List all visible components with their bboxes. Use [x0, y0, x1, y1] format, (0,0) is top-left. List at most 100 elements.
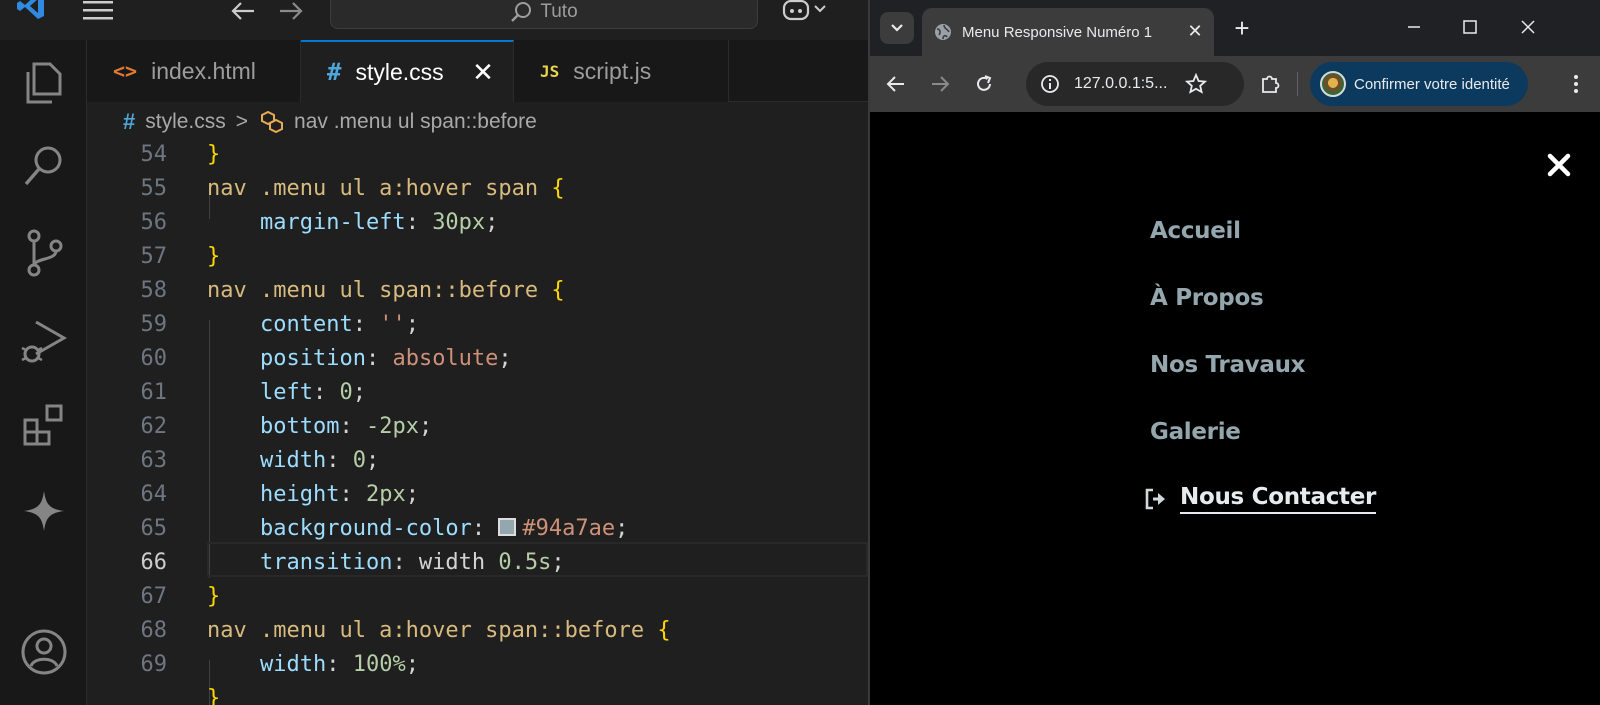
code-line-63: width: 0;	[259, 448, 380, 473]
back-arrow-icon[interactable]	[880, 68, 912, 100]
profile-label: Confirmer votre identité	[1354, 75, 1510, 93]
tab-style-css[interactable]: # style.css ✕	[301, 40, 514, 102]
nav-back-arrow-icon[interactable]	[228, 0, 258, 22]
css-file-icon: #	[123, 109, 136, 134]
nav-forward-arrow-icon[interactable]	[276, 0, 306, 22]
tab-label: script.js	[573, 57, 652, 84]
css-file-icon: #	[327, 58, 342, 86]
maximize-icon[interactable]	[1448, 10, 1492, 44]
tab-label: index.html	[151, 57, 256, 84]
code-line-58: nav .menu ul span::before {	[207, 278, 565, 303]
code-line-69: width: 100%;	[259, 652, 419, 677]
line-number: 58	[140, 278, 168, 303]
code-line-59: content: '';	[259, 312, 419, 337]
command-center-search[interactable]: Tuto	[330, 0, 758, 29]
new-tab-plus-icon[interactable]: +	[1228, 13, 1256, 43]
browser-tab[interactable]: Menu Responsive Numéro 1 ✕	[922, 8, 1214, 56]
code-line-64: height: 2px;	[259, 482, 419, 507]
command-center-text: Tuto	[540, 0, 578, 22]
nav-link-label: Nous Contacter	[1180, 484, 1376, 514]
line-number: 59	[140, 312, 168, 337]
site-info-icon	[1041, 75, 1059, 93]
account-icon[interactable]	[0, 617, 87, 687]
copilot-icon[interactable]	[780, 0, 830, 22]
reload-icon[interactable]	[968, 68, 1000, 100]
globe-icon	[935, 24, 951, 40]
symbol-class-icon	[261, 111, 284, 133]
vscode-logo-icon	[14, 0, 48, 24]
extensions-puzzle-icon[interactable]	[1254, 68, 1286, 100]
tab-close-icon[interactable]: ✕	[469, 57, 497, 87]
chrome-tab-strip: Menu Responsive Numéro 1 ✕ +	[870, 0, 1600, 56]
code-line-65: background-color: #94a7ae;	[259, 516, 629, 541]
run-debug-icon[interactable]	[0, 306, 87, 376]
breadcrumb-separator: >	[235, 110, 249, 133]
line-number: 62	[140, 414, 168, 439]
breadcrumb-file[interactable]: style.css	[145, 110, 226, 134]
profile-button[interactable]: Confirmer votre identité	[1310, 62, 1528, 106]
browser-toolbar: 127.0.0.1:5... Confirmer votre identité	[870, 56, 1600, 112]
window-close-icon[interactable]	[1506, 10, 1550, 44]
bookmark-star-icon[interactable]	[1180, 68, 1212, 100]
code-line-56: margin-left: 30px;	[259, 210, 499, 235]
js-file-icon: JS	[540, 61, 560, 81]
code-line-70: }	[207, 686, 221, 705]
search-activity-icon[interactable]	[0, 132, 87, 202]
toolbar-separator	[1297, 72, 1298, 96]
line-number: 60	[140, 346, 168, 371]
nav-link-nous-contacter[interactable]: Nous Contacter	[1144, 484, 1376, 514]
chrome-window: Menu Responsive Numéro 1 ✕ + 127.0.0.1:5…	[868, 0, 1600, 705]
vscode-title-bar: Tuto	[0, 0, 868, 40]
code-line-62: bottom: -2px;	[259, 414, 433, 439]
source-control-icon[interactable]	[0, 218, 87, 288]
html-file-icon: <>	[113, 59, 138, 83]
activity-bar	[0, 40, 87, 705]
code-line-57: }	[207, 244, 221, 269]
tab-close-icon[interactable]: ✕	[1184, 20, 1206, 42]
menu-hamburger-icon[interactable]	[80, 0, 116, 22]
code-line-61: left: 0;	[259, 380, 366, 405]
tab-search-button[interactable]	[880, 12, 914, 44]
address-url: 127.0.0.1:5...	[1074, 75, 1168, 92]
editor-tabs: <> index.html # style.css ✕ JS script.js	[87, 40, 868, 102]
explorer-icon[interactable]	[0, 48, 87, 118]
line-number: 69	[140, 652, 168, 677]
line-number: 55	[140, 176, 168, 201]
extensions-icon[interactable]	[0, 390, 87, 460]
avatar	[1320, 71, 1346, 97]
more-options-icon[interactable]	[1560, 68, 1592, 100]
code-line-60: position: absolute;	[259, 346, 512, 371]
search-icon	[511, 1, 532, 22]
line-number: 61	[140, 380, 168, 405]
copilot-sparkle-icon[interactable]	[0, 476, 87, 546]
breadcrumb-symbol[interactable]: nav .menu ul span::before	[294, 110, 537, 134]
line-number: 64	[140, 482, 168, 507]
line-number: 67	[140, 584, 168, 609]
color-swatch[interactable]	[498, 518, 517, 536]
vscode-window: Tuto <> index.html # style.css ✕ JS scri…	[0, 0, 868, 705]
code-line-54: }	[207, 142, 221, 167]
close-menu-icon[interactable]	[1542, 148, 1576, 182]
tab-script-js[interactable]: JS script.js	[514, 40, 729, 102]
nav-link-galerie[interactable]: Galerie	[1150, 419, 1241, 445]
line-number: 54	[140, 142, 168, 167]
browser-tab-title: Menu Responsive Numéro 1	[962, 23, 1153, 41]
nav-link-nos-travaux[interactable]: Nos Travaux	[1150, 352, 1306, 378]
code-editor[interactable]: 54 } 55 nav .menu ul a:hover span { 56 m…	[87, 142, 868, 705]
code-line-66: transition: width 0.5s;	[259, 550, 565, 575]
nav-link-a-propos[interactable]: À Propos	[1150, 285, 1264, 311]
nav-link-accueil[interactable]: Accueil	[1150, 218, 1241, 244]
forward-arrow-icon[interactable]	[924, 68, 956, 100]
code-line-68: nav .menu ul a:hover span::before {	[207, 618, 671, 643]
tab-label: style.css	[355, 58, 444, 85]
breadcrumb: # style.css > nav .menu ul span::before	[87, 102, 868, 142]
chevron-down-icon	[891, 24, 903, 32]
page-viewport: Accueil À Propos Nos Travaux Galerie Nou…	[870, 112, 1600, 705]
line-number: 66	[140, 550, 168, 575]
line-number: 56	[140, 210, 168, 235]
line-number: 57	[140, 244, 168, 269]
sign-in-icon	[1145, 488, 1165, 510]
minimize-icon[interactable]	[1392, 10, 1436, 44]
tab-index-html[interactable]: <> index.html	[87, 40, 301, 102]
code-line-55: nav .menu ul a:hover span {	[207, 176, 565, 201]
